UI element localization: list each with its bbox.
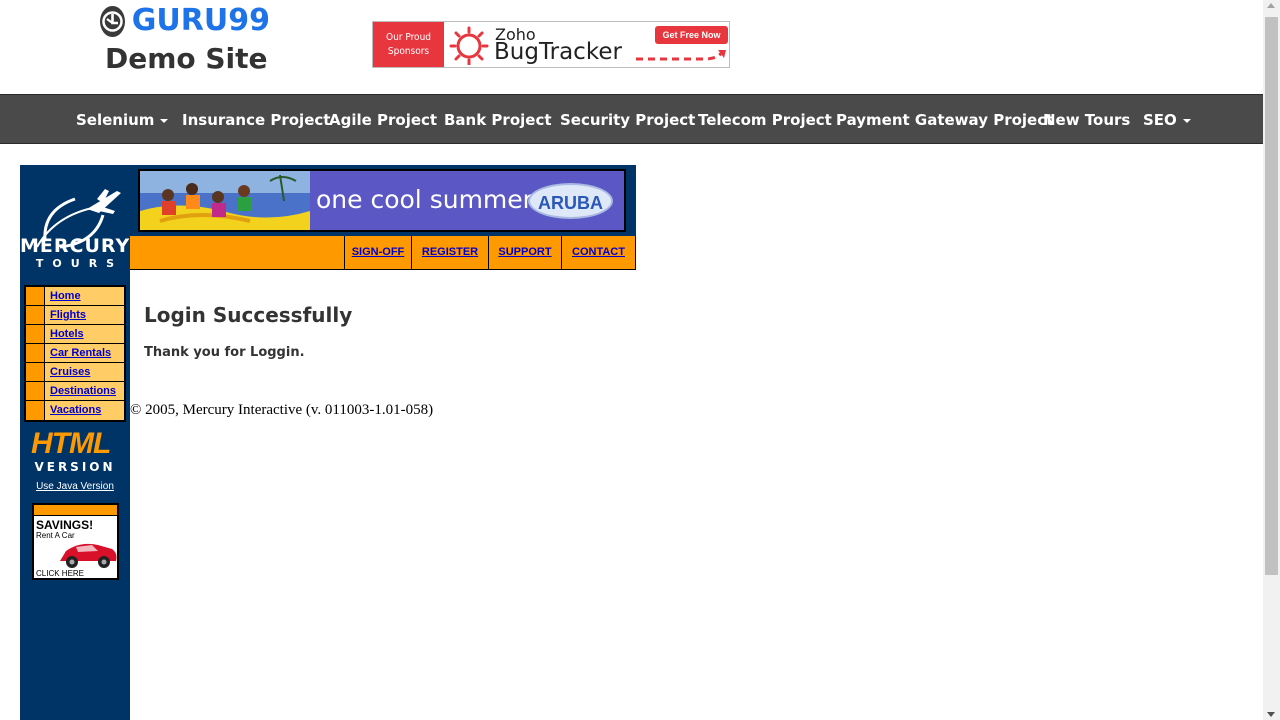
support-link[interactable]: SUPPORT <box>488 236 561 270</box>
bug-icon <box>449 26 489 65</box>
car-icon <box>60 543 117 568</box>
side-menu-item: Cruises <box>26 363 124 382</box>
bullet-icon <box>26 287 45 305</box>
sponsor-banner[interactable]: Our Proud Sponsors Zoho BugTracker Get F… <box>372 21 730 68</box>
nav-item-payment-gateway-project[interactable]: Payment Gateway Project <box>836 95 1053 145</box>
nav-item-new-tours[interactable]: New Tours <box>1043 95 1130 145</box>
nav-item-bank-project[interactable]: Bank Project <box>444 95 552 145</box>
scroll-up-arrow-icon[interactable] <box>1267 3 1275 8</box>
contact-link[interactable]: CONTACT <box>561 236 635 270</box>
side-link-destinations[interactable]: Destinations <box>45 382 124 400</box>
html-version-big: HTML <box>31 427 111 460</box>
caret-down-icon <box>1182 118 1191 123</box>
nav-item-telecom-project[interactable]: Telecom Project <box>698 95 832 145</box>
signoff-link[interactable]: SIGN-OFF <box>344 236 411 270</box>
side-link-hotels[interactable]: Hotels <box>45 325 124 343</box>
caret-down-icon <box>160 118 169 123</box>
scroll-down-arrow-icon[interactable] <box>1267 712 1275 717</box>
side-menu-item: Home <box>26 287 124 306</box>
bullet-icon <box>26 325 45 343</box>
aruba-logo: ARUBA <box>528 183 613 219</box>
side-menu-item: Hotels <box>26 325 124 344</box>
sponsor-label-line1: Our Proud <box>386 31 431 43</box>
side-menu-item: Flights <box>26 306 124 325</box>
side-menu-item: Vacations <box>26 401 124 420</box>
page-title: Login Successfully <box>144 303 353 327</box>
side-link-flights[interactable]: Flights <box>45 306 124 324</box>
copyright-text: © 2005, Mercury Interactive (v. 011003-1… <box>130 402 434 418</box>
banner-area: one cool summer ARUBA <box>130 165 636 236</box>
bullet-icon <box>26 382 45 400</box>
nav-item-label: SEO <box>1143 111 1177 129</box>
mercury-logo-text: MERCURY <box>20 235 131 257</box>
sponsor-label-line2: Sponsors <box>387 45 430 57</box>
side-link-home[interactable]: Home <box>45 287 124 305</box>
side-menu: Home Flights Hotels Car Rentals Cruises … <box>24 285 126 422</box>
banner-tagline: one cool summer <box>316 185 533 214</box>
bullet-icon <box>26 344 45 362</box>
arrow-icon <box>636 50 726 61</box>
side-link-cruises[interactable]: Cruises <box>45 363 124 381</box>
beach-photo <box>140 171 310 230</box>
site-subtitle: Demo Site <box>105 42 268 75</box>
nav-item-selenium[interactable]: Selenium <box>76 95 169 145</box>
nav-item-seo[interactable]: SEO <box>1143 95 1191 145</box>
bullet-icon <box>26 363 45 381</box>
get-free-now-button[interactable]: Get Free Now <box>655 26 728 44</box>
nav-item-security-project[interactable]: Security Project <box>560 95 695 145</box>
scroll-thumb[interactable] <box>1265 17 1278 575</box>
top-menu: SIGN-OFF REGISTER SUPPORT CONTACT <box>130 236 636 270</box>
side-menu-item: Destinations <box>26 382 124 401</box>
login-message: Thank you for Loggin. <box>144 345 305 360</box>
java-version-link[interactable]: Use Java Version <box>20 481 130 492</box>
side-menu-item: Car Rentals <box>26 344 124 363</box>
mercury-sidebar: MERCURY TOURS Home Flights Hotels Car Re… <box>20 165 130 720</box>
html-version-small: VERSION <box>34 460 116 474</box>
nav-item-label: Selenium <box>76 111 155 129</box>
savings-click: CLICK HERE <box>36 569 85 578</box>
sponsor-product: BugTracker <box>494 39 622 65</box>
guru99-logo-icon <box>100 5 125 37</box>
aruba-banner[interactable]: one cool summer ARUBA <box>138 169 626 232</box>
side-link-car-rentals[interactable]: Car Rentals <box>45 344 124 362</box>
guru99-logo[interactable]: GURU99 Demo Site <box>100 4 270 76</box>
html-version-logo: HTML VERSION <box>28 427 122 477</box>
side-link-vacations[interactable]: Vacations <box>45 401 124 420</box>
nav-item-insurance-project[interactable]: Insurance Project <box>182 95 330 145</box>
bullet-icon <box>26 306 45 324</box>
sponsor-label: Our Proud Sponsors <box>373 22 444 67</box>
nav-item-agile-project[interactable]: Agile Project <box>329 95 437 145</box>
main-navbar: Selenium Insurance Project Agile Project… <box>0 94 1263 144</box>
vertical-scrollbar[interactable] <box>1263 0 1280 720</box>
brand-name: GURU99 <box>131 3 270 38</box>
tours-logo-text: TOURS <box>35 257 124 270</box>
register-link[interactable]: REGISTER <box>411 236 488 270</box>
bullet-icon <box>26 401 45 420</box>
savings-title: SAVINGS! <box>36 518 94 532</box>
savings-ad[interactable]: SAVINGS! Rent A Car CLICK HERE <box>32 503 119 580</box>
